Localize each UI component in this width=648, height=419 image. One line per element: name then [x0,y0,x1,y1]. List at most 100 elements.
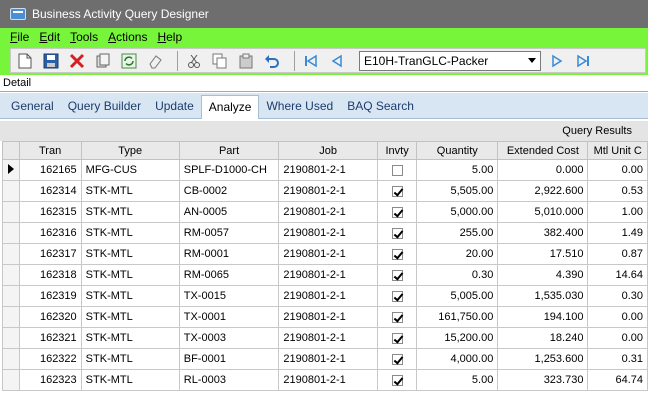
cell-part[interactable]: TX-0015 [178,285,280,307]
cell-mtl[interactable]: 1.00 [587,201,648,223]
cell-qty[interactable]: 255.00 [416,222,499,244]
invty-checkbox[interactable] [391,269,403,281]
row-selector[interactable] [2,222,20,244]
cell-job[interactable]: 2190801-2-1 [278,201,378,223]
next-icon[interactable] [547,51,567,71]
cell-job[interactable]: 2190801-2-1 [278,327,378,349]
invty-checkbox[interactable] [391,206,403,218]
cell-job[interactable]: 2190801-2-1 [278,369,378,391]
cell-qty[interactable]: 20.00 [416,243,499,265]
table-row[interactable]: 162323 STK-MTL RL-0003 2190801-2-1 5.00 323.7… [2,369,648,391]
cell-part[interactable]: TX-0003 [178,327,280,349]
tab-general[interactable]: General [4,99,61,118]
cell-ext[interactable]: 17.510 [497,243,589,265]
row-selector[interactable] [2,201,20,223]
cell-job[interactable]: 2190801-2-1 [278,222,378,244]
invty-checkbox[interactable] [391,311,403,323]
chevron-down-icon[interactable] [528,57,536,63]
cell-tran[interactable]: 162165 [18,159,82,181]
tab-where-used[interactable]: Where Used [259,99,340,118]
cell-job[interactable]: 2190801-2-1 [278,285,378,307]
prev-icon[interactable] [327,51,347,71]
cell-part[interactable]: AN-0005 [178,201,280,223]
cell-mtl[interactable]: 14.64 [587,264,648,286]
table-row[interactable]: 162317 STK-MTL RM-0001 2190801-2-1 20.00 17.5… [2,243,648,265]
table-row[interactable]: 162165 MFG-CUS SPLF-D1000-CH 2190801-2-1 5.0… [2,159,648,181]
cell-type[interactable]: STK-MTL [80,222,180,244]
table-row[interactable]: 162314 STK-MTL CB-0002 2190801-2-1 5,505.00 2… [2,180,648,202]
cell-type[interactable]: STK-MTL [80,243,180,265]
cell-part[interactable]: RM-0065 [178,264,280,286]
cell-part[interactable]: RL-0003 [178,369,280,391]
cell-mtl[interactable]: 0.30 [587,285,648,307]
last-icon[interactable] [573,51,593,71]
table-row[interactable]: 162322 STK-MTL BF-0001 2190801-2-1 4,000.00 1… [2,348,648,370]
clear-icon[interactable] [145,51,165,71]
cell-job[interactable]: 2190801-2-1 [278,306,378,328]
column-header-part[interactable]: Part [178,141,280,160]
row-selector[interactable] [2,285,20,307]
cell-tran[interactable]: 162320 [18,306,82,328]
tab-update[interactable]: Update [148,99,201,118]
invty-checkbox[interactable] [391,332,403,344]
cell-qty[interactable]: 5,505.00 [416,180,499,202]
cell-mtl[interactable]: 0.00 [587,327,648,349]
cell-type[interactable]: STK-MTL [80,306,180,328]
column-header-extended-cost[interactable]: Extended Cost [497,141,589,160]
cell-type[interactable]: STK-MTL [80,327,180,349]
row-selector[interactable] [2,369,20,391]
cell-part[interactable]: RM-0001 [178,243,280,265]
cell-qty[interactable]: 15,200.00 [416,327,499,349]
cell-job[interactable]: 2190801-2-1 [278,348,378,370]
table-row[interactable]: 162321 STK-MTL TX-0003 2190801-2-1 15,200.00… [2,327,648,349]
cell-qty[interactable]: 4,000.00 [416,348,499,370]
cell-tran[interactable]: 162321 [18,327,82,349]
table-row[interactable]: 162318 STK-MTL RM-0065 2190801-2-1 0.30 4.390… [2,264,648,286]
column-header-mtl-unit-c[interactable]: Mtl Unit C [587,141,648,160]
cell-mtl[interactable]: 0.00 [587,306,648,328]
delete-icon[interactable] [67,51,87,71]
cell-mtl[interactable]: 1.49 [587,222,648,244]
first-icon[interactable] [301,51,321,71]
invty-checkbox[interactable] [391,185,403,197]
menu-file[interactable]: File [10,30,29,46]
cell-ext[interactable]: 2,922.600 [497,180,589,202]
column-header-type[interactable]: Type [80,141,180,160]
cell-part[interactable]: BF-0001 [178,348,280,370]
cell-qty[interactable]: 5,005.00 [416,285,499,307]
tab-analyze[interactable]: Analyze [200,95,260,119]
cell-qty[interactable]: 5.00 [416,159,499,181]
cell-type[interactable]: STK-MTL [80,264,180,286]
undo-icon[interactable] [262,51,282,71]
cell-tran[interactable]: 162315 [18,201,82,223]
cell-ext[interactable]: 5,010.000 [497,201,589,223]
paste-icon[interactable] [236,51,256,71]
cell-type[interactable]: STK-MTL [80,285,180,307]
cell-mtl[interactable]: 64.74 [587,369,648,391]
cell-part[interactable]: SPLF-D1000-CH [178,159,280,181]
invty-checkbox[interactable] [391,164,403,176]
cell-ext[interactable]: 194.100 [497,306,589,328]
cell-type[interactable]: STK-MTL [80,348,180,370]
cell-ext[interactable]: 0.000 [497,159,589,181]
cell-mtl[interactable]: 0.87 [587,243,648,265]
cell-tran[interactable]: 162317 [18,243,82,265]
cell-type[interactable]: STK-MTL [80,369,180,391]
attach-icon[interactable] [93,51,113,71]
row-selector[interactable] [2,306,20,328]
invty-checkbox[interactable] [391,290,403,302]
tab-baq-search[interactable]: BAQ Search [340,99,421,118]
row-selector[interactable] [2,243,20,265]
cell-qty[interactable]: 161,750.00 [416,306,499,328]
menu-edit[interactable]: Edit [39,30,60,46]
cell-job[interactable]: 2190801-2-1 [278,180,378,202]
cell-ext[interactable]: 1,535.030 [497,285,589,307]
cell-qty[interactable]: 0.30 [416,264,499,286]
cell-type[interactable]: STK-MTL [80,201,180,223]
cell-type[interactable]: MFG-CUS [80,159,180,181]
cell-mtl[interactable]: 0.31 [587,348,648,370]
table-row[interactable]: 162319 STK-MTL TX-0015 2190801-2-1 5,005.00 1… [2,285,648,307]
cell-tran[interactable]: 162319 [18,285,82,307]
menu-tools[interactable]: Tools [70,30,98,46]
save-icon[interactable] [41,51,61,71]
